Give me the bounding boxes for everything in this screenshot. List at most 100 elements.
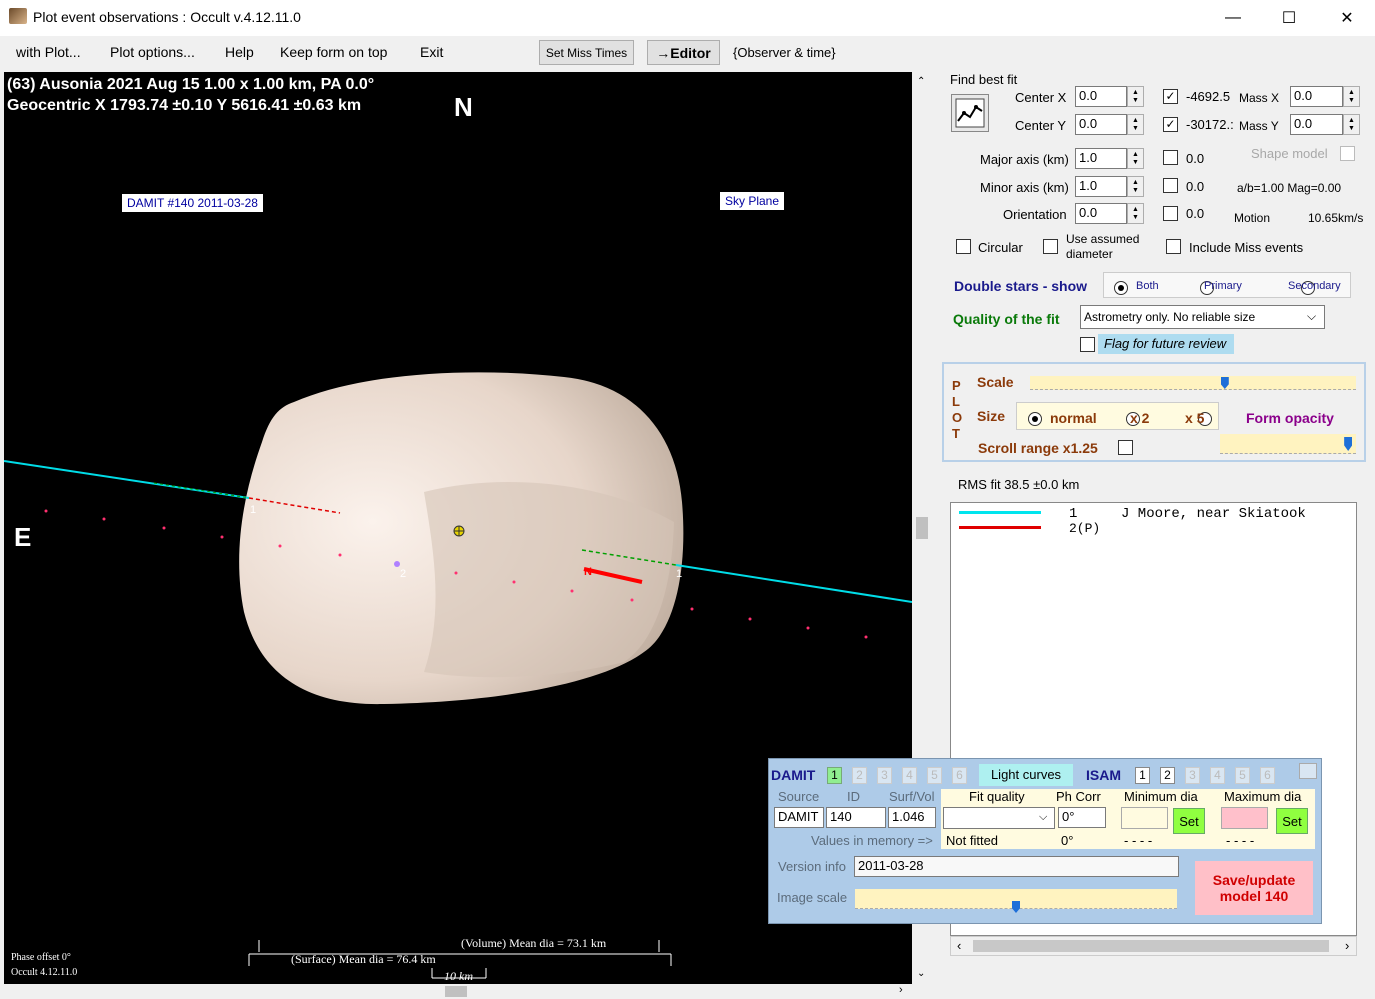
both-radio[interactable]	[1114, 280, 1128, 295]
scale-bar-label: 10 km	[444, 969, 473, 983]
menu-help[interactable]: Help	[225, 44, 254, 60]
scroll-range-checkbox[interactable]	[1118, 440, 1133, 455]
center-y-spinner[interactable]: ▲ ▼	[1127, 114, 1144, 135]
size-group: normal x 2 x 5	[1016, 402, 1219, 430]
version-info-label: Version info	[778, 859, 846, 874]
isam-tab-5[interactable]: 5	[1235, 767, 1250, 784]
damit-tab-1[interactable]: 1	[827, 767, 842, 784]
orientation-spinner[interactable]: ▲ ▼	[1127, 203, 1144, 224]
x-value-checkbox[interactable]: ✓	[1163, 89, 1178, 104]
quality-fit-label: Quality of the fit	[953, 311, 1060, 327]
observer-list-hscrollbar[interactable]: ‹ ›	[950, 936, 1357, 956]
orientation-checkbox[interactable]	[1163, 206, 1178, 221]
form-opacity-label: Form opacity	[1246, 410, 1334, 426]
include-miss-checkbox[interactable]	[1166, 239, 1181, 254]
right-edge	[1368, 72, 1375, 999]
damit-tab-4[interactable]: 4	[902, 767, 917, 784]
save-update-model-button[interactable]: Save/update model 140	[1195, 861, 1313, 915]
observer-2-num: 2(P)	[1069, 521, 1101, 536]
mass-y-spinner[interactable]: ▲ ▼	[1343, 114, 1360, 135]
orientation-input[interactable]: 0.0	[1075, 203, 1127, 224]
shape-model-checkbox[interactable]	[1340, 146, 1355, 161]
center-x-input[interactable]: 0.0	[1075, 86, 1127, 107]
menu-exit[interactable]: Exit	[420, 44, 443, 60]
max-dia-input[interactable]	[1221, 807, 1268, 829]
chord-label-2: 2	[400, 568, 407, 580]
quality-select[interactable]: Astrometry only. No reliable size ⌵	[1080, 305, 1325, 329]
light-curves-button[interactable]: Light curves	[979, 764, 1073, 786]
source-field: DAMIT	[774, 807, 824, 828]
minor-axis-spinner[interactable]: ▲ ▼	[1127, 176, 1144, 197]
image-scale-thumb[interactable]	[1012, 901, 1020, 913]
best-fit-button[interactable]	[951, 94, 989, 132]
close-button[interactable]: ✕	[1324, 0, 1370, 36]
min-dia-label: Minimum dia	[1124, 789, 1198, 804]
scroll-down-icon[interactable]: ⌄	[917, 968, 925, 979]
minor-axis-checkbox[interactable]	[1163, 178, 1178, 193]
max-dia-memory: - - - -	[1226, 833, 1255, 848]
quality-select-value: Astrometry only. No reliable size	[1084, 310, 1256, 324]
vertical-scroll-thumb[interactable]	[916, 517, 928, 539]
scroll-right-icon[interactable]: ›	[899, 984, 903, 996]
major-axis-input[interactable]: 1.0	[1075, 148, 1127, 169]
circular-checkbox[interactable]	[956, 239, 971, 254]
damit-panel-toggle[interactable]	[1299, 763, 1317, 779]
id-label: ID	[847, 789, 860, 804]
isam-tab-3[interactable]: 3	[1185, 767, 1200, 784]
mass-x-input[interactable]: 0.0	[1290, 86, 1343, 107]
min-dia-set-button[interactable]: Set	[1173, 808, 1205, 834]
min-dia-input[interactable]	[1121, 807, 1168, 829]
motion-label: Motion	[1234, 211, 1271, 225]
double-stars-label: Double stars - show	[954, 278, 1088, 294]
y-value-checkbox[interactable]: ✓	[1163, 117, 1178, 132]
isam-tab-6[interactable]: 6	[1260, 767, 1275, 784]
mass-x-label: Mass X	[1239, 91, 1280, 105]
damit-tab-5[interactable]: 5	[927, 767, 942, 784]
observer-2-line	[959, 526, 1041, 529]
double-stars-group: Both Primary Secondary	[1103, 272, 1351, 298]
mass-y-input[interactable]: 0.0	[1290, 114, 1343, 135]
plot-horizontal-scrollbar[interactable]: ›	[4, 984, 912, 999]
observer-scroll-thumb[interactable]	[973, 940, 1329, 952]
minimize-button[interactable]: —	[1210, 0, 1256, 36]
isam-tab-2[interactable]: 2	[1160, 767, 1175, 784]
editor-button[interactable]: →Editor	[647, 40, 720, 65]
damit-tab-3[interactable]: 3	[877, 767, 892, 784]
scale-slider[interactable]	[1030, 376, 1356, 390]
scroll-right-icon[interactable]: ›	[1345, 938, 1349, 953]
set-miss-times-button[interactable]: Set Miss Times	[539, 40, 634, 65]
horizontal-scroll-thumb[interactable]	[445, 986, 467, 997]
observer-time-button[interactable]: {Observer & time}	[733, 45, 836, 60]
fit-quality-select[interactable]: ⌵	[943, 807, 1055, 829]
size-normal-radio[interactable]	[1028, 411, 1042, 426]
flag-review-checkbox[interactable]	[1080, 337, 1095, 352]
form-opacity-thumb[interactable]	[1344, 437, 1353, 451]
scale-slider-thumb[interactable]	[1220, 377, 1229, 389]
chord-1-east	[675, 564, 912, 603]
ph-corr-input[interactable]: 0°	[1058, 807, 1106, 828]
damit-tab-6[interactable]: 6	[952, 767, 967, 784]
center-x-spinner[interactable]: ▲ ▼	[1127, 86, 1144, 107]
isam-tab-4[interactable]: 4	[1210, 767, 1225, 784]
minor-axis-input[interactable]: 1.0	[1075, 176, 1127, 197]
max-dia-set-button[interactable]: Set	[1276, 808, 1308, 834]
mass-x-spinner[interactable]: ▲ ▼	[1343, 86, 1360, 107]
damit-tab-2[interactable]: 2	[852, 767, 867, 784]
use-assumed-checkbox[interactable]	[1043, 239, 1058, 254]
chord-label-1-east: 1	[676, 568, 683, 580]
major-axis-spinner[interactable]: ▲ ▼	[1127, 148, 1144, 169]
center-y-input[interactable]: 0.0	[1075, 114, 1127, 135]
major-axis-checkbox[interactable]	[1163, 150, 1178, 165]
menu-plot-options[interactable]: Plot options...	[110, 44, 195, 60]
menu-keep-on-top[interactable]: Keep form on top	[280, 44, 387, 60]
scroll-up-icon[interactable]: ⌃	[917, 76, 925, 87]
isam-tab-1[interactable]: 1	[1135, 767, 1150, 784]
scroll-left-icon[interactable]: ‹	[957, 938, 961, 953]
observer-1-num: 1	[1069, 506, 1078, 522]
maximize-button[interactable]: ☐	[1266, 0, 1312, 36]
form-opacity-slider[interactable]	[1220, 434, 1356, 454]
rms-fit: RMS fit 38.5 ±0.0 km	[958, 477, 1080, 492]
image-scale-slider[interactable]	[855, 889, 1177, 913]
menu-with-plot[interactable]: with Plot...	[16, 44, 81, 60]
best-fit-icon	[955, 98, 985, 128]
